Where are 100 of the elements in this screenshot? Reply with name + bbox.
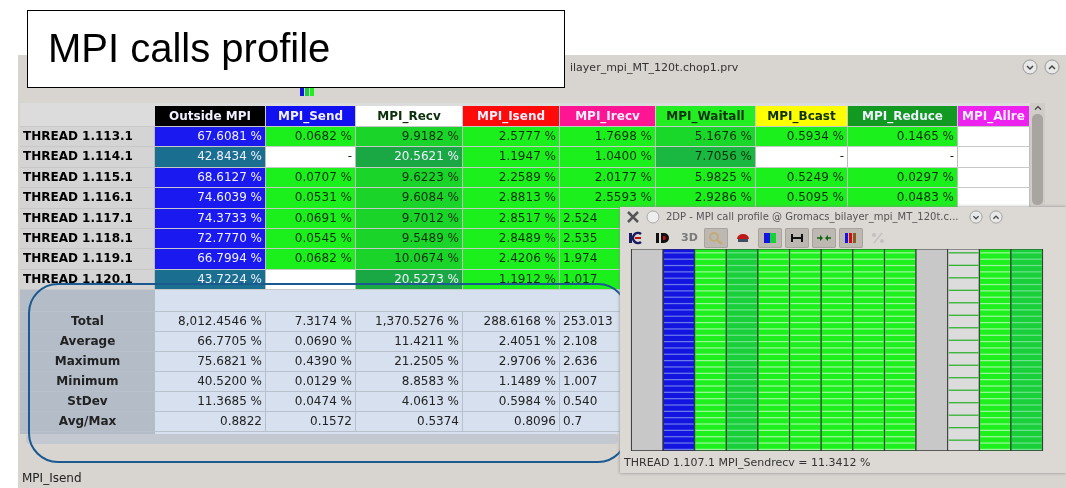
table-cell: 288.6168 % xyxy=(463,312,560,332)
table-cell: 0.5984 % xyxy=(463,392,560,412)
table-cell: 8,012.4546 % xyxy=(155,312,266,332)
table-cell: 7.3174 % xyxy=(266,312,356,332)
column-header[interactable]: MPI_Waitall xyxy=(656,106,756,126)
table-cell: 10.0674 % xyxy=(356,249,463,269)
table-cell: 5.9825 % xyxy=(656,167,756,188)
stat-label: Total xyxy=(20,312,155,332)
table-cell: 0.0545 % xyxy=(266,228,356,249)
table-cell: 72.7770 % xyxy=(155,228,266,249)
minimize-icon[interactable] xyxy=(968,209,983,224)
column-header[interactable]: MPI_Bcast xyxy=(756,106,848,126)
stat-label: StDev xyxy=(20,392,155,412)
minimize-icon[interactable] xyxy=(1022,59,1038,75)
table-cell: 67.6081 % xyxy=(155,127,266,147)
table-cell: 0.4390 % xyxy=(266,352,356,372)
table-cell: 0.0690 % xyxy=(266,332,356,352)
table-cell: 2.8517 % xyxy=(463,208,560,228)
table-cell: 0.0531 % xyxy=(266,188,356,208)
table-cell: 2.8813 % xyxy=(463,188,560,208)
row-header[interactable]: THREAD 1.116.1 xyxy=(20,188,155,208)
window-title: 2DP - MPI call profile @ Gromacs_bilayer_mpi_MT_120t.c... xyxy=(666,211,959,223)
table-cell: 68.6127 % xyxy=(155,167,266,188)
table-cell: 0.0707 % xyxy=(266,167,356,188)
bars-icon[interactable] xyxy=(838,227,863,248)
table-cell: 8.8583 % xyxy=(356,372,463,392)
table-cell: 5.1676 % xyxy=(656,127,756,147)
table-cell: 74.6039 % xyxy=(155,188,266,208)
table-cell: 4.0613 % xyxy=(356,392,463,412)
table-cell: 2.5777 % xyxy=(463,127,560,147)
table-cell: 0.5374 xyxy=(356,412,463,432)
table-cell: 0.1465 % xyxy=(848,127,958,147)
table-cell: 0.0682 % xyxy=(266,127,356,147)
table-cell: 0.8822 xyxy=(155,412,266,432)
table-cell: 0.1572 xyxy=(266,412,356,432)
table-cell: 0.0129 % xyxy=(266,372,356,392)
table-cell: 21.2505 % xyxy=(356,352,463,372)
table-cell: 9.7012 % xyxy=(356,208,463,228)
table-cell: 2.9706 % xyxy=(463,352,560,372)
table-cell: 1.0400 % xyxy=(560,147,656,167)
table-cell: 1.1489 % xyxy=(463,372,560,392)
row-header[interactable]: THREAD 1.114.1 xyxy=(20,147,155,167)
stat-label: Avg/Max xyxy=(20,412,155,432)
table-cell: 9.5489 % xyxy=(356,228,463,249)
table-cell: 2.2589 % xyxy=(463,167,560,188)
maximize-icon[interactable] xyxy=(1044,59,1060,75)
table-cell: 2.8489 % xyxy=(463,228,560,249)
column-header[interactable]: Outside MPI xyxy=(155,106,266,126)
table-cell: 74.3733 % xyxy=(155,208,266,228)
table-cell: 66.7705 % xyxy=(155,332,266,352)
table-cell: 20.5621 % xyxy=(356,147,463,167)
table-cell: 0.5249 % xyxy=(756,167,848,188)
table-cell: 1.1947 % xyxy=(463,147,560,167)
table-cell: 2.4206 % xyxy=(463,249,560,269)
table-cell: 0.5095 % xyxy=(756,188,848,208)
stat-label: Minimum xyxy=(20,372,155,392)
table-cell: 75.6821 % xyxy=(155,352,266,372)
colors-icon[interactable] xyxy=(757,227,782,248)
table-cell: 2.0177 % xyxy=(560,167,656,188)
table-cell: 1,370.5276 % xyxy=(356,312,463,332)
table-cell: 2.9286 % xyxy=(656,188,756,208)
stat-label: Average xyxy=(20,332,155,352)
table-cell: 0.0691 % xyxy=(266,208,356,228)
table-cell: 9.9182 % xyxy=(356,127,463,147)
table-cell: 7.7056 % xyxy=(656,147,756,167)
table-cell: 42.8434 % xyxy=(155,147,266,167)
window-title: ilayer_mpi_MT_120t.chop1.prv xyxy=(570,60,740,74)
table-cell: 1.7698 % xyxy=(560,127,656,147)
table-cell: 0.0682 % xyxy=(266,249,356,269)
stat-label: Maximum xyxy=(20,352,155,372)
table-cell: 9.6223 % xyxy=(356,167,463,188)
table-cell: 9.6084 % xyxy=(356,188,463,208)
status-text: MPI_Isend xyxy=(21,470,83,487)
column-header[interactable]: MPI_Isend xyxy=(463,106,560,126)
hbar-icon[interactable] xyxy=(784,227,809,248)
table-cell: 11.4211 % xyxy=(356,332,463,352)
row-header[interactable]: THREAD 1.113.1 xyxy=(20,127,155,147)
table-cell: 2.4051 % xyxy=(463,332,560,352)
table-cell: 0.8096 xyxy=(463,412,560,432)
table-cell: 0.0483 % xyxy=(848,188,958,208)
table-cell: 66.7994 % xyxy=(155,249,266,269)
row-header[interactable]: THREAD 1.115.1 xyxy=(20,167,155,188)
horizontal-scrollbar[interactable] xyxy=(26,434,618,444)
table-cell: 2.5593 % xyxy=(560,188,656,208)
table-cell: 11.3685 % xyxy=(155,392,266,412)
maximize-icon[interactable] xyxy=(988,209,1003,224)
column-header[interactable]: MPI_Recv xyxy=(356,106,463,126)
row-header[interactable]: THREAD 1.117.1 xyxy=(20,208,155,228)
vertical-scrollbar[interactable] xyxy=(1030,103,1045,205)
status-text: THREAD 1.107.1 MPI_Sendrecv = 11.3412 % xyxy=(623,455,872,471)
table-cell: 0.0474 % xyxy=(266,392,356,412)
slide-title: MPI calls profile xyxy=(27,10,565,88)
row-header[interactable]: THREAD 1.119.1 xyxy=(20,249,155,269)
column-header[interactable]: MPI_Send xyxy=(266,106,356,126)
arrows-icon[interactable] xyxy=(811,227,836,248)
row-header[interactable]: THREAD 1.118.1 xyxy=(20,228,155,249)
table-cell: 0.5934 % xyxy=(756,127,848,147)
table-cell: 40.5200 % xyxy=(155,372,266,392)
table-cell: 0.0297 % xyxy=(848,167,958,188)
close-icon[interactable] xyxy=(626,209,640,224)
